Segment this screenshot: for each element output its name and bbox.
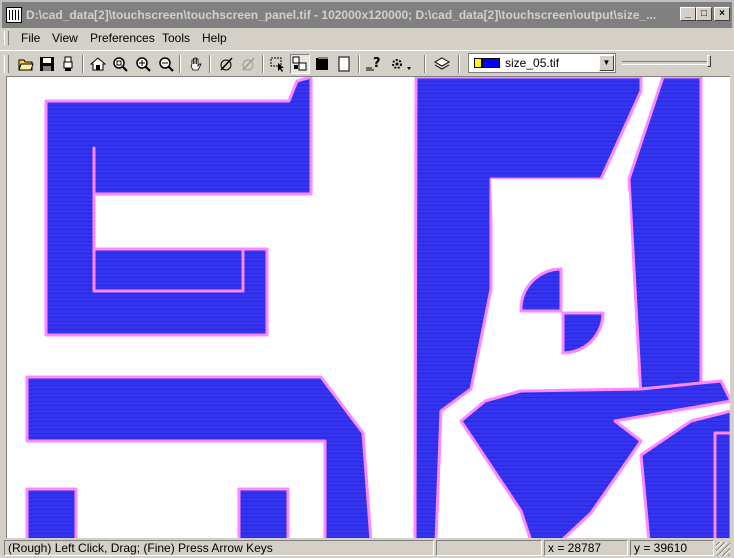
zoom-out-icon[interactable] <box>156 54 176 74</box>
zoom-window-icon[interactable] <box>110 54 130 74</box>
bottom-pad-left <box>25 487 78 538</box>
title-bar[interactable]: D:\cad_data[2]\touchscreen\touchscreen_p… <box>0 0 734 28</box>
menu-preferences[interactable]: Preferences <box>90 31 155 45</box>
bottom-left-trace <box>25 375 373 538</box>
minimize-button[interactable]: _ <box>680 7 696 21</box>
app-icon[interactable] <box>6 7 22 23</box>
image-canvas[interactable] <box>6 76 730 538</box>
menu-view[interactable]: View <box>52 31 78 45</box>
fill-white-icon[interactable] <box>334 54 354 74</box>
maximize-button[interactable]: □ <box>696 7 712 21</box>
close-button[interactable]: × <box>714 7 730 21</box>
status-y-coordinate: y = 39610 <box>630 540 714 556</box>
home-icon[interactable] <box>88 54 108 74</box>
help-pointer-icon[interactable]: ? <box>364 54 384 74</box>
slider-track[interactable] <box>622 61 710 65</box>
right-edge-pad <box>713 431 730 538</box>
fill-black-icon[interactable] <box>312 54 332 74</box>
layer-select[interactable]: size_05.tif ▼ <box>468 53 616 73</box>
slider-thumb[interactable] <box>707 55 711 67</box>
bottom-pad-middle <box>237 487 290 538</box>
menu-help[interactable]: Help <box>202 31 227 45</box>
menu-file[interactable]: File <box>21 31 40 45</box>
menu-bar: File View Preferences Tools Help <box>0 28 734 48</box>
status-empty-pane <box>436 540 542 556</box>
open-folder-icon[interactable] <box>16 54 36 74</box>
right-upper-trace <box>627 77 703 399</box>
measure-icon[interactable] <box>216 54 236 74</box>
settings-icon[interactable] <box>388 54 414 74</box>
zoom-in-icon[interactable] <box>133 54 153 74</box>
chevron-down-icon[interactable]: ▼ <box>599 55 614 71</box>
svg-text:?: ? <box>373 56 381 71</box>
opacity-slider[interactable] <box>622 55 714 69</box>
layers-icon[interactable] <box>432 54 452 74</box>
layer-select-value: size_05.tif <box>505 56 560 70</box>
select-region-icon[interactable] <box>290 54 310 74</box>
status-bar: (Rough) Left Click, Drag; (Fine) Press A… <box>0 538 734 558</box>
menubar-grip[interactable] <box>4 31 9 45</box>
status-hint: (Rough) Left Click, Drag; (Fine) Press A… <box>4 540 434 556</box>
toolbar-grip[interactable] <box>4 55 9 73</box>
resize-grip[interactable] <box>716 542 730 556</box>
menu-tools[interactable]: Tools <box>162 31 190 45</box>
layer-color-swatch-yellow <box>474 58 482 68</box>
select-arrow-icon[interactable] <box>268 54 288 74</box>
save-icon[interactable] <box>37 54 57 74</box>
pan-hand-icon[interactable] <box>186 54 206 74</box>
cad-layout-view <box>25 77 730 538</box>
window-title: D:\cad_data[2]\touchscreen\touchscreen_p… <box>26 8 657 22</box>
status-x-coordinate: x = 28787 <box>544 540 628 556</box>
printer-icon[interactable] <box>58 54 78 74</box>
measure-disabled-icon[interactable] <box>238 54 258 74</box>
e-shape <box>44 77 313 337</box>
layer-color-swatch-blue <box>482 58 500 68</box>
